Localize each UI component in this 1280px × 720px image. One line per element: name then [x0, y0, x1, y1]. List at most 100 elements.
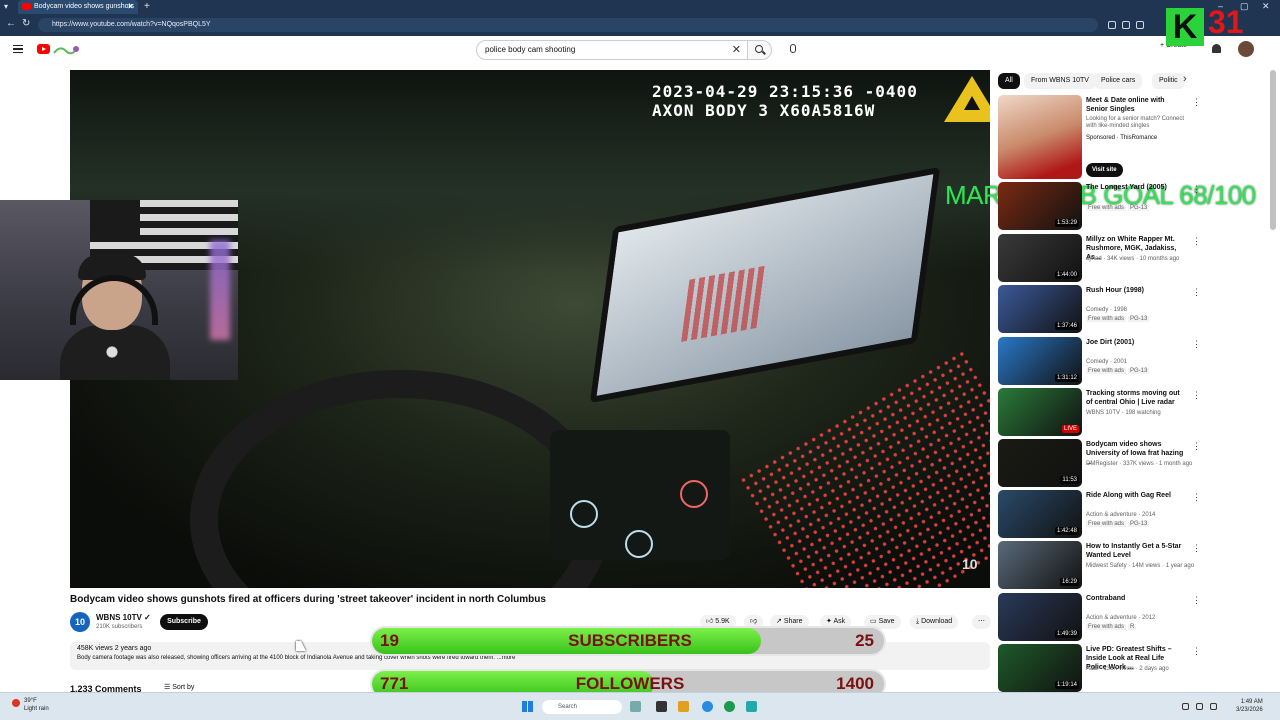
video-thumbnail[interactable]: 1:31:12	[998, 337, 1082, 385]
ad-thumbnail[interactable]	[998, 95, 1082, 179]
chevron-right-icon[interactable]: ›	[1183, 73, 1187, 85]
recommendation-item[interactable]: 1:31:12 Joe Dirt (2001) Comedy · 2001 Free …	[998, 337, 1202, 385]
microphone-icon[interactable]	[790, 44, 796, 53]
sort-icon: ☰	[164, 684, 171, 691]
more-options-icon[interactable]: ⋮	[1192, 236, 1201, 247]
close-window-icon[interactable]: ✕	[1262, 0, 1270, 13]
notifications-bell-icon[interactable]	[1212, 44, 1221, 53]
app-icon-folder[interactable]	[678, 701, 689, 712]
video-thumbnail[interactable]: 1:42:48	[998, 490, 1082, 538]
extension-icon[interactable]	[1108, 21, 1116, 29]
menu-icon[interactable]	[13, 45, 23, 53]
tray-volume-icon[interactable]	[1196, 703, 1203, 710]
video-thumbnail[interactable]: 1:49:39	[998, 593, 1082, 641]
recommendation-item[interactable]: 11:53 Bodycam video shows University of I…	[998, 439, 1202, 487]
tray-network-icon[interactable]	[1182, 703, 1189, 710]
ad-title[interactable]: Meet & Date online with Senior Singles	[1086, 96, 1186, 114]
more-options-icon[interactable]: ⋮	[1192, 287, 1201, 298]
recommendation-title[interactable]: The Longest Yard (2005)	[1086, 183, 1186, 192]
more-options-icon[interactable]: ⋮	[1192, 339, 1201, 350]
recommendation-meta: Action & adventure · 2014	[1086, 512, 1156, 518]
browser-tab[interactable]: Bodycam video shows gunshots ✕	[18, 0, 138, 14]
recommendation-item[interactable]: 1:42:48 Ride Along with Gag Reel Action & …	[998, 490, 1202, 538]
bookmark-icon[interactable]	[1122, 21, 1130, 29]
doodle-logo-icon[interactable]	[52, 43, 80, 55]
app-icon-store[interactable]	[746, 701, 757, 712]
video-thumbnail[interactable]: 1:37:46	[998, 285, 1082, 333]
app-icon-edge[interactable]	[702, 701, 713, 712]
subscribe-button[interactable]: Subscribe	[160, 614, 208, 630]
recommendation-item[interactable]: 1:49:39 Contraband Action & adventure · 20…	[998, 593, 1202, 641]
back-icon[interactable]: ←	[6, 18, 16, 29]
app-icon-chrome[interactable]	[724, 701, 735, 712]
weather-widget[interactable]: 39°F Light rain	[12, 697, 49, 713]
more-options-icon[interactable]: ⋮	[1192, 184, 1201, 195]
recommendation-title[interactable]: Ride Along with Gag Reel	[1086, 491, 1186, 500]
tag-badge: Free with ads	[1086, 368, 1127, 374]
recommendation-tags: Free with ads PG-13	[1086, 204, 1151, 212]
clock-time: 1:49 AM	[1240, 699, 1263, 705]
sidebar-scrollbar[interactable]	[1270, 70, 1276, 230]
search-button[interactable]	[748, 40, 772, 60]
recommendation-item[interactable]: LIVE Tracking storms moving out of centra…	[998, 388, 1202, 436]
screen-root: { "browser": { "tab_title": "Bodycam vid…	[0, 0, 1280, 720]
recommendation-item[interactable]: 1:44:00 Millyz on White Rapper Mt. Rushmo…	[998, 234, 1202, 282]
recommendation-meta: Comedy · 1998	[1086, 307, 1128, 313]
more-options-icon[interactable]: ⋮	[1192, 492, 1201, 503]
new-tab-icon[interactable]: +	[144, 0, 150, 13]
chip-politics[interactable]: Politic	[1152, 73, 1185, 89]
recommendation-title[interactable]: Joe Dirt (2001)	[1086, 338, 1186, 347]
taskbar-search[interactable]: Search	[542, 700, 622, 714]
more-options-icon[interactable]: ⋮	[1192, 390, 1201, 401]
video-thumbnail[interactable]: 1:53:29	[998, 182, 1082, 230]
tag-badge: Free with ads	[1086, 624, 1127, 630]
close-tab-icon[interactable]: ✕	[127, 0, 134, 14]
more-options-icon[interactable]: ⋮	[1192, 441, 1201, 452]
url-field[interactable]: https://www.youtube.com/watch?v=NQqosPBQ…	[38, 18, 1098, 32]
channel-name[interactable]: WBNS 10TV ✓	[96, 613, 151, 622]
app-icon-files[interactable]	[630, 701, 641, 712]
duration-badge: 1:37:46	[1054, 322, 1079, 330]
clear-search-icon[interactable]: ✕	[732, 41, 741, 59]
taskbar-clock[interactable]: 1:49 AM 3/23/2026	[1236, 698, 1263, 714]
k-badge: K	[1166, 8, 1204, 46]
chip-all[interactable]: All	[998, 73, 1020, 89]
tray-battery-icon[interactable]	[1210, 703, 1217, 710]
download-button[interactable]: ⤓ Download	[910, 615, 959, 629]
notification-icon[interactable]	[1136, 21, 1144, 29]
tag-badge: PG-13	[1128, 368, 1150, 374]
recommendation-item[interactable]: 1:19:14 Live PD: Greatest Shifts – Inside…	[998, 644, 1202, 692]
video-thumbnail[interactable]: 1:44:00	[998, 234, 1082, 282]
more-actions-button[interactable]: ⋯	[972, 615, 991, 629]
recommendation-item[interactable]: 1:37:46 Rush Hour (1998) Comedy · 1998 Free…	[998, 285, 1202, 333]
recommendation-item[interactable]: 1:53:29 The Longest Yard (2005) Free with …	[998, 182, 1202, 230]
search-input[interactable]: police body cam shooting ✕	[476, 40, 748, 60]
tab-list-icon[interactable]: ▾	[4, 0, 8, 14]
visit-site-button[interactable]: Visit site	[1086, 163, 1123, 177]
recommendation-title[interactable]: Tracking storms moving out of central Oh…	[1086, 389, 1186, 407]
thumbs-up-icon: 👍︎	[706, 618, 714, 625]
youtube-logo-icon[interactable]	[37, 44, 50, 54]
video-thumbnail[interactable]: LIVE	[998, 388, 1082, 436]
more-options-icon[interactable]: ⋮	[1192, 646, 1201, 657]
sort-comments-button[interactable]: ☰ Sort by	[164, 683, 194, 691]
share-icon: ↗	[776, 618, 782, 625]
more-options-icon[interactable]: ⋮	[1192, 543, 1201, 554]
video-thumbnail[interactable]: 16:29	[998, 541, 1082, 589]
recommendation-title[interactable]: How to Instantly Get a 5-Star Wanted Lev…	[1086, 542, 1186, 560]
video-thumbnail[interactable]: 11:53	[998, 439, 1082, 487]
sponsored-ad[interactable]: Meet & Date online with Senior Singles L…	[998, 95, 1202, 179]
account-avatar[interactable]	[1238, 41, 1254, 57]
recommendation-title[interactable]: Contraband	[1086, 594, 1186, 603]
chip-police-cars[interactable]: Police cars	[1094, 73, 1143, 89]
recommendation-item[interactable]: 16:29 How to Instantly Get a 5-Star Wante…	[998, 541, 1202, 589]
recommendation-title[interactable]: Rush Hour (1998)	[1086, 286, 1186, 295]
refresh-icon[interactable]: ↻	[22, 18, 30, 29]
more-options-icon[interactable]: ⋮	[1192, 595, 1201, 606]
more-options-icon[interactable]: ⋮	[1192, 97, 1201, 108]
video-thumbnail[interactable]: 1:19:14	[998, 644, 1082, 692]
channel-avatar[interactable]: 10	[70, 612, 90, 632]
windows-start-icon[interactable]	[522, 701, 533, 712]
chip-from-wbns[interactable]: From WBNS 10TV	[1024, 73, 1096, 89]
app-icon-terminal[interactable]	[656, 701, 667, 712]
